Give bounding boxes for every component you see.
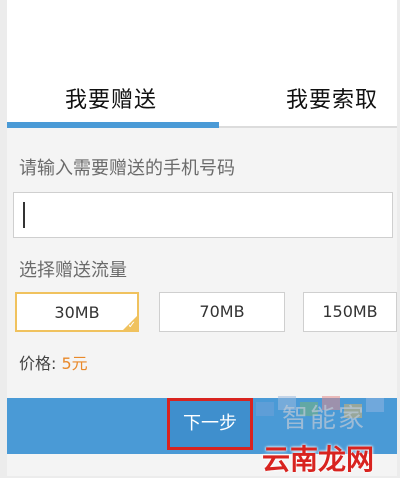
flow-label: 选择赠送流量	[19, 260, 127, 281]
text-caret	[23, 202, 25, 228]
tab-bar: 我要赠送 我要索取	[7, 0, 397, 128]
tab-active-indicator	[7, 122, 219, 128]
phone-number-input[interactable]	[13, 192, 393, 238]
flow-option-label: 30MB	[54, 303, 100, 322]
next-step-button[interactable]: 下一步	[167, 398, 253, 450]
price-row: 价格: 5元	[19, 350, 88, 374]
flow-option-30mb[interactable]: 30MB ✓	[15, 292, 139, 332]
watermark-brand: 云南龙网	[262, 443, 375, 476]
flow-option-150mb[interactable]: 150MB	[303, 292, 397, 332]
tab-divider	[219, 126, 397, 128]
watermark-text: 智能家	[282, 404, 367, 434]
price-label: 价格:	[19, 354, 57, 373]
flow-option-70mb[interactable]: 70MB	[159, 292, 285, 332]
tab-give[interactable]: 我要赠送	[65, 82, 157, 114]
phone-label: 请输入需要赠送的手机号码	[19, 158, 235, 179]
tab-request[interactable]: 我要索取	[286, 82, 378, 114]
flow-option-label: 70MB	[199, 302, 245, 321]
price-value: 5元	[61, 354, 88, 373]
flow-option-label: 150MB	[322, 302, 378, 321]
checkmark-icon: ✓	[127, 320, 136, 331]
